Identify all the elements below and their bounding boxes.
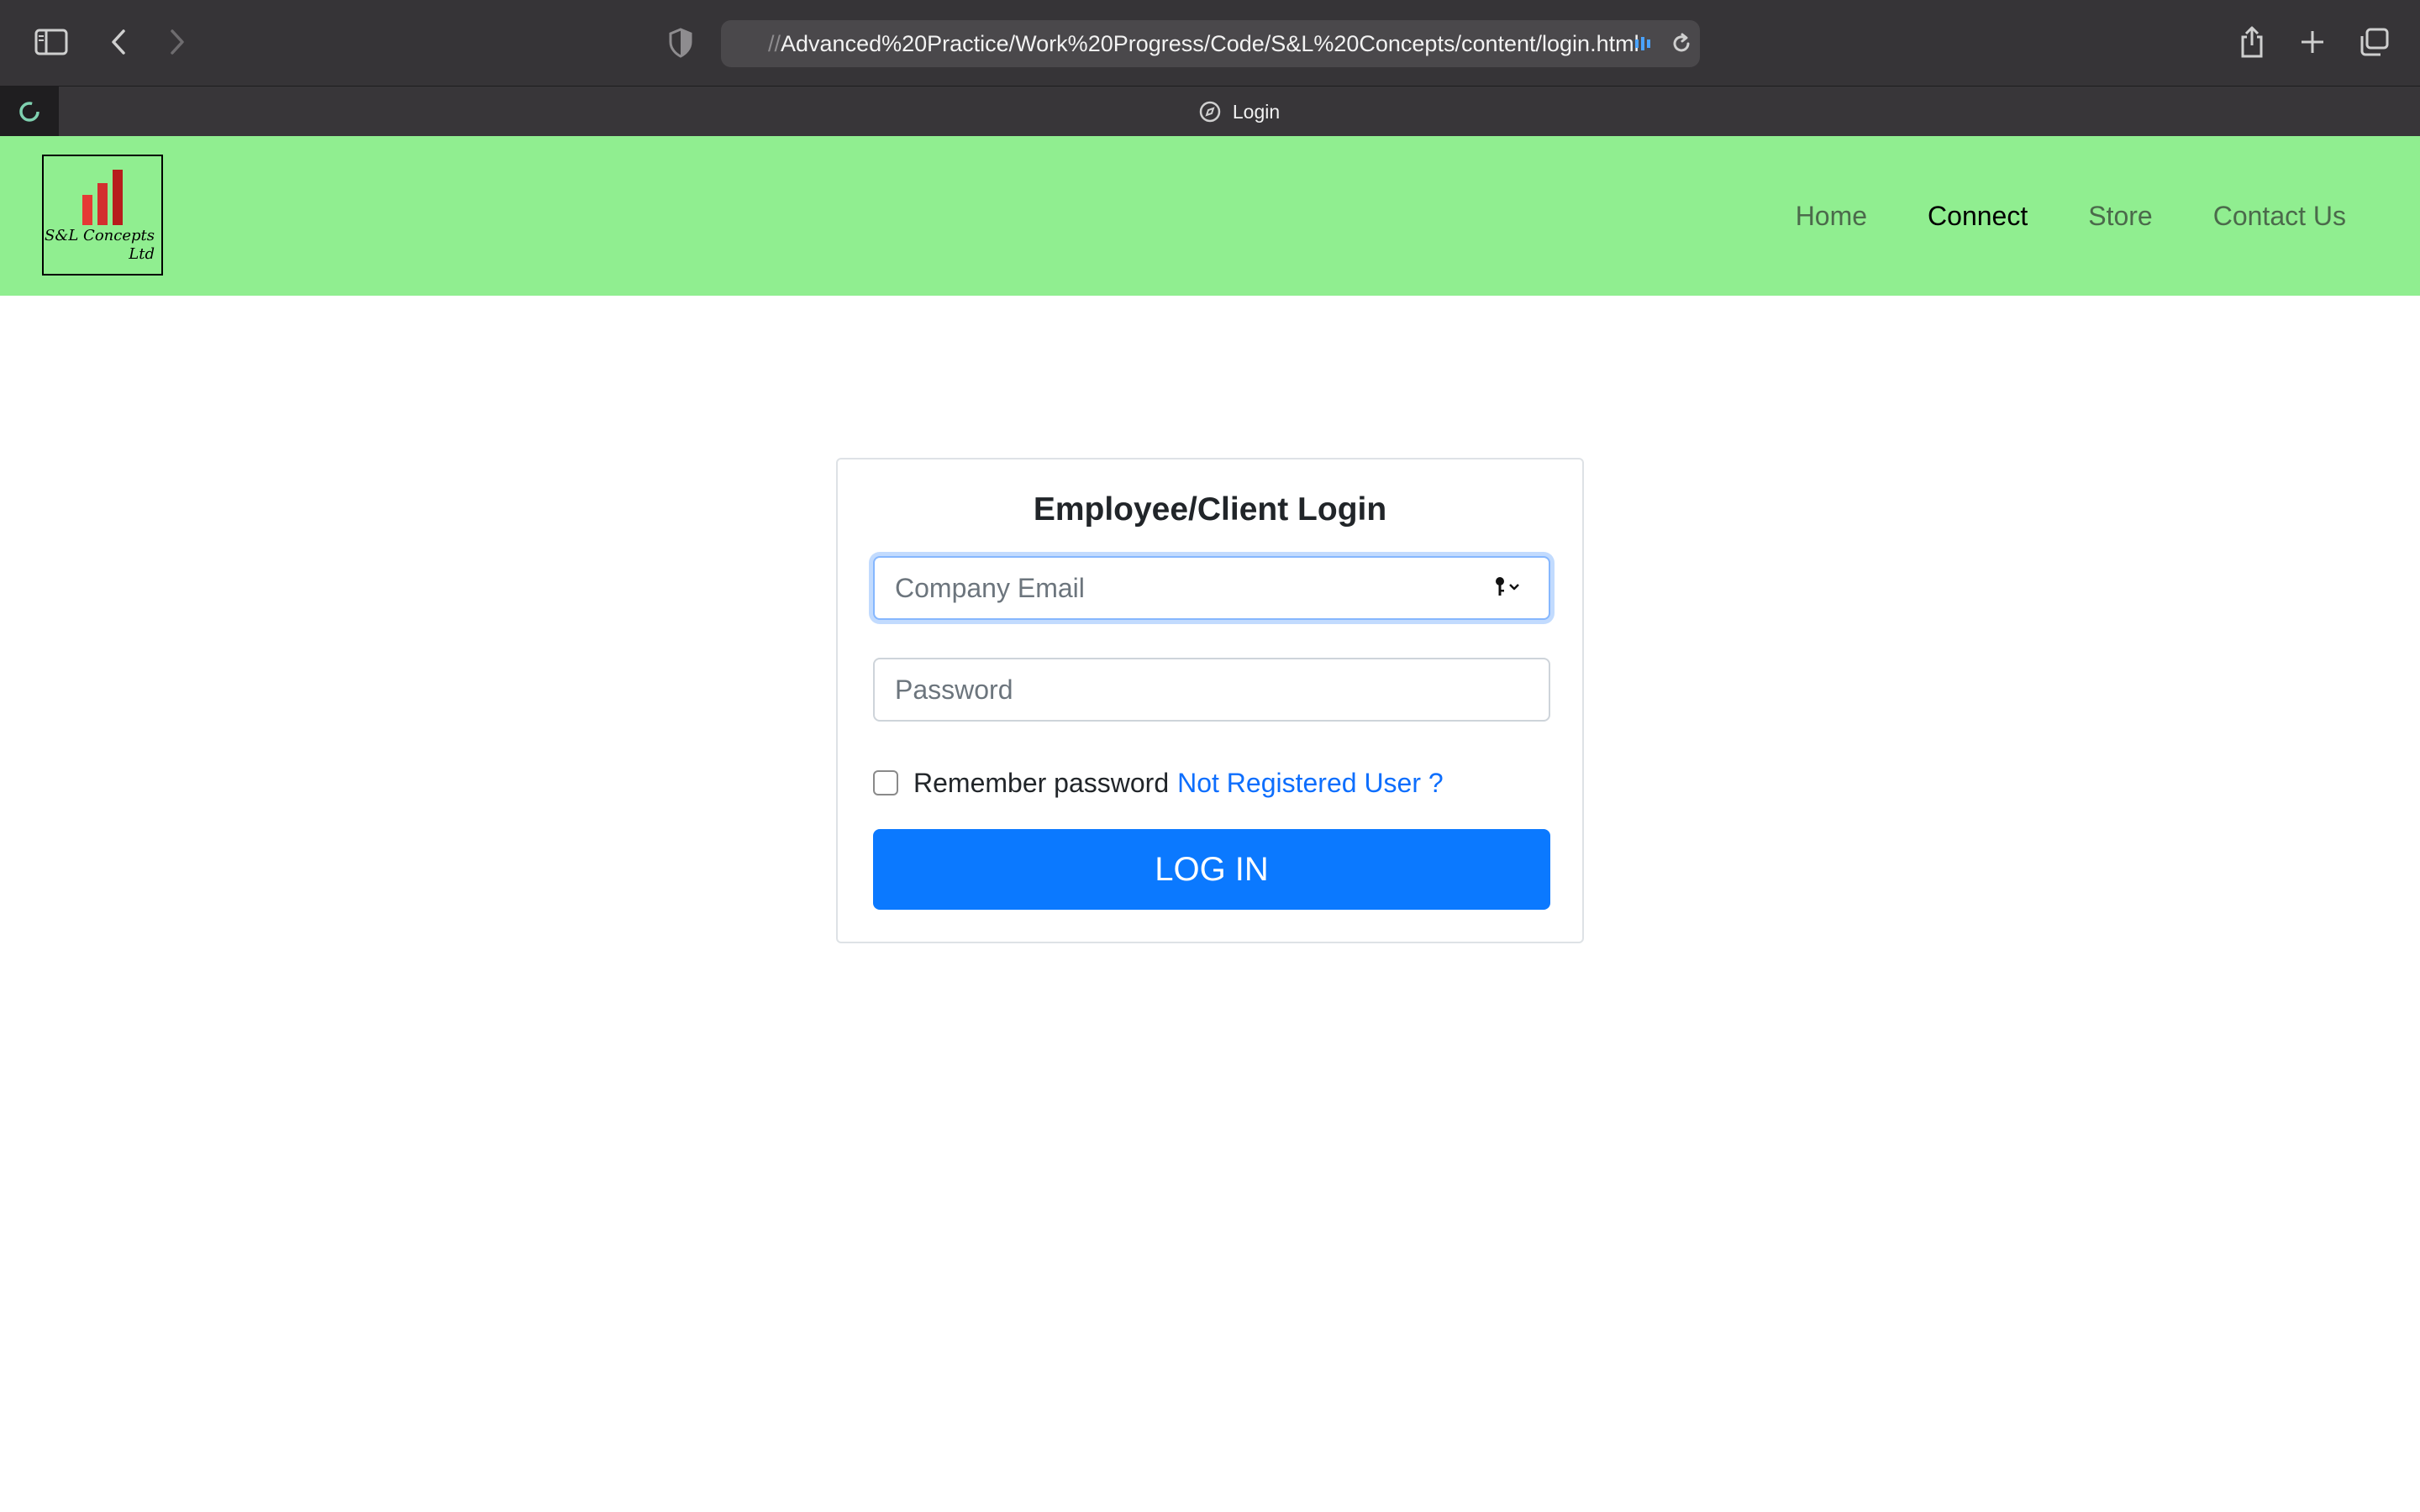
address-bar[interactable]: //Advanced%20Practice/Work%20Progress/Co… [721, 20, 1700, 67]
remember-label[interactable]: Remember password [913, 768, 1169, 799]
register-link[interactable]: Not Registered User ? [1177, 768, 1444, 799]
nav-contact-us[interactable]: Contact Us [2213, 201, 2346, 232]
brand-logo[interactable]: S&L Concepts Ltd [42, 155, 163, 276]
nav-store[interactable]: Store [2088, 201, 2152, 232]
url-path: Advanced%20Practice/Work%20Progress/Code… [781, 31, 1639, 56]
plus-icon[interactable] [2296, 25, 2329, 59]
shield-icon[interactable] [664, 25, 697, 60]
url-text[interactable]: //Advanced%20Practice/Work%20Progress/Co… [768, 20, 1642, 67]
logo-text: S&L Concepts Ltd [44, 227, 155, 264]
logo-text-line2: Ltd [129, 245, 155, 263]
autofill-key-icon[interactable] [1491, 573, 1527, 603]
login-card: Employee/Client Login Remember password … [836, 458, 1584, 943]
reader-audio-icon[interactable] [1630, 30, 1659, 57]
reload-icon[interactable] [1667, 30, 1696, 57]
sidebar-icon[interactable] [32, 25, 71, 59]
nav-home[interactable]: Home [1796, 201, 1867, 232]
remember-checkbox[interactable] [873, 770, 898, 795]
refresh-favicon-icon [19, 102, 39, 122]
email-field[interactable] [873, 556, 1550, 620]
site-navbar: S&L Concepts Ltd Home Connect Store Cont… [0, 136, 2420, 296]
bar-chart-logo-icon [82, 170, 123, 225]
tab-login[interactable]: Login [59, 87, 2420, 137]
password-field[interactable] [873, 658, 1550, 722]
logo-text-line1: S&L Concepts [45, 227, 155, 244]
tabs-overview-icon[interactable] [2356, 25, 2391, 59]
nav-connect[interactable]: Connect [1928, 201, 2028, 232]
chevron-right-icon[interactable] [163, 25, 192, 59]
login-button[interactable]: LOG IN [873, 829, 1550, 910]
remember-row: Remember password Not Registered User ? [873, 766, 1444, 800]
pinned-tab[interactable] [0, 87, 59, 137]
tab-bar: Login [0, 86, 2420, 137]
share-icon[interactable] [2235, 24, 2269, 60]
main-nav: Home Connect Store Contact Us [1796, 136, 2346, 296]
tab-title: Login [1232, 100, 1281, 123]
url-prefix: // [768, 31, 781, 56]
chevron-left-icon[interactable] [104, 25, 133, 59]
compass-icon [1199, 101, 1221, 123]
browser-toolbar: //Advanced%20Practice/Work%20Progress/Co… [0, 0, 2420, 86]
login-title: Employee/Client Login [1033, 491, 1387, 528]
